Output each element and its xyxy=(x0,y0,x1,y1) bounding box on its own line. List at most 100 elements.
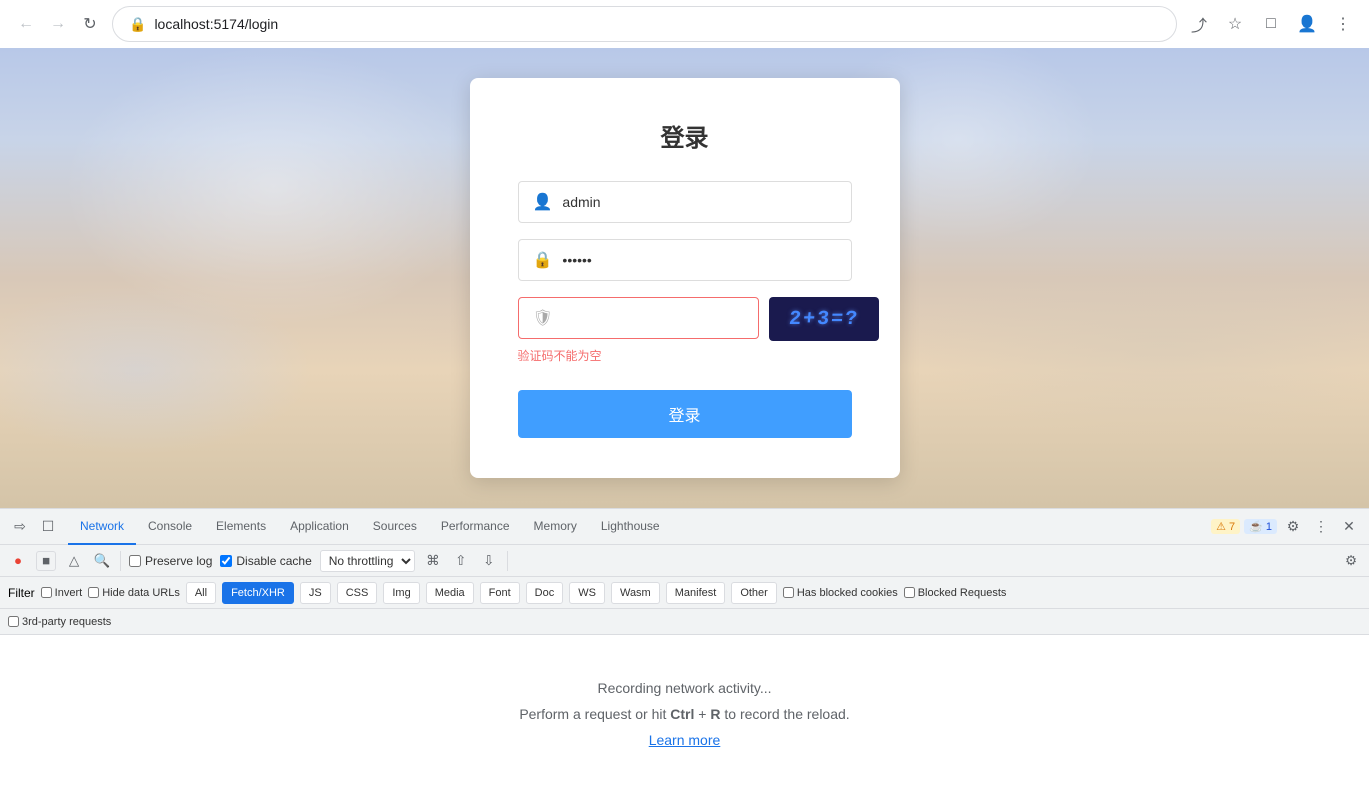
blocked-requests-label[interactable]: Blocked Requests xyxy=(904,587,1007,599)
password-input-wrapper: 🔒 xyxy=(518,239,852,281)
captcha-input-border: 🛡 xyxy=(518,297,759,339)
username-field: 👤 xyxy=(518,181,852,223)
devtools-tab-icons: ⇨ ☐ xyxy=(8,515,60,539)
wifi-icon-button[interactable]: ⌘ xyxy=(423,551,443,571)
export-button[interactable]: ⇩ xyxy=(479,551,499,571)
throttle-select[interactable]: No throttling xyxy=(320,550,415,572)
info-badge: ☕ 1 xyxy=(1244,519,1277,534)
filter-all-button[interactable]: All xyxy=(186,582,216,604)
tab-lighthouse[interactable]: Lighthouse xyxy=(589,509,672,545)
password-field: 🔒 xyxy=(518,239,852,281)
refresh-button[interactable]: ↻ xyxy=(76,10,104,38)
page-content: 登录 👤 🔒 🛡 xyxy=(0,48,1369,508)
divider-1 xyxy=(120,551,121,571)
filter-js-button[interactable]: JS xyxy=(300,582,331,604)
username-input-wrapper: 👤 xyxy=(518,181,852,223)
devtools-close-button[interactable]: ✕ xyxy=(1337,515,1361,539)
preserve-log-label[interactable]: Preserve log xyxy=(129,554,212,568)
devtools-right-controls: ⚠ 7 ☕ 1 ⚙ ⋮ ✕ xyxy=(1211,515,1361,539)
captcha-row: 🛡 2+3=? xyxy=(518,297,852,341)
stop-button[interactable]: ■ xyxy=(36,551,56,571)
menu-icon-button[interactable]: ⋮ xyxy=(1329,10,1357,38)
secure-icon: 🔒 xyxy=(129,16,146,33)
nav-buttons: ← → ↻ xyxy=(12,10,104,38)
filter-fetch-xhr-button[interactable]: Fetch/XHR xyxy=(222,582,294,604)
preserve-log-checkbox[interactable] xyxy=(129,555,141,567)
warning-badge: ⚠ 7 xyxy=(1211,519,1240,534)
divider-2 xyxy=(507,551,508,571)
network-toolbar: ● ■ △ 🔍 Preserve log Disable cache No th… xyxy=(0,545,1369,577)
perform-text: Perform a request or hit Ctrl + R to rec… xyxy=(519,706,849,722)
back-button[interactable]: ← xyxy=(12,10,40,38)
filter-label: Filter xyxy=(8,586,35,600)
blocked-requests-checkbox[interactable] xyxy=(904,587,915,598)
filter-doc-button[interactable]: Doc xyxy=(526,582,564,604)
captcha-input[interactable] xyxy=(563,310,744,326)
captcha-error: 验证码不能为空 xyxy=(518,347,852,364)
hide-data-urls-checkbox[interactable] xyxy=(88,587,99,598)
network-content: Recording network activity... Perform a … xyxy=(0,635,1369,792)
select-element-icon-button[interactable]: ⇨ xyxy=(8,515,32,539)
login-button[interactable]: 登录 xyxy=(518,390,852,438)
filter-img-button[interactable]: Img xyxy=(383,582,419,604)
third-party-bar: 3rd-party requests xyxy=(0,609,1369,635)
lock-icon: 🔒 xyxy=(533,250,553,270)
filter-media-button[interactable]: Media xyxy=(426,582,474,604)
has-blocked-cookies-checkbox[interactable] xyxy=(783,587,794,598)
browser-toolbar: ← → ↻ 🔒 localhost:5174/login ⤴ ☆ □ 👤 ⋮ xyxy=(0,0,1369,48)
third-party-checkbox[interactable] xyxy=(8,616,19,627)
record-button[interactable]: ● xyxy=(8,551,28,571)
profile-icon-button[interactable]: 👤 xyxy=(1293,10,1321,38)
has-blocked-cookies-label[interactable]: Has blocked cookies xyxy=(783,587,898,599)
learn-more-link[interactable]: Learn more xyxy=(649,732,721,748)
username-input[interactable] xyxy=(562,194,836,210)
bookmark-icon-button[interactable]: ☆ xyxy=(1221,10,1249,38)
browser-chrome: ← → ↻ 🔒 localhost:5174/login ⤴ ☆ □ 👤 ⋮ xyxy=(0,0,1369,48)
toolbar-icons: ⤴ ☆ □ 👤 ⋮ xyxy=(1185,10,1357,38)
filter-css-button[interactable]: CSS xyxy=(337,582,378,604)
tab-network[interactable]: Network xyxy=(68,509,136,545)
third-party-checkbox-label[interactable]: 3rd-party requests xyxy=(8,616,111,628)
tab-memory[interactable]: Memory xyxy=(522,509,589,545)
recording-text: Recording network activity... xyxy=(597,680,771,696)
devtools-settings-button[interactable]: ⚙ xyxy=(1281,515,1305,539)
login-card: 登录 👤 🔒 🛡 xyxy=(470,78,900,478)
filter-wasm-button[interactable]: Wasm xyxy=(611,582,660,604)
url-text: localhost:5174/login xyxy=(154,16,1160,32)
import-button[interactable]: ⇧ xyxy=(451,551,471,571)
captcha-text: 2+3=? xyxy=(788,308,860,331)
invert-checkbox[interactable] xyxy=(41,587,52,598)
disable-cache-label[interactable]: Disable cache xyxy=(220,554,311,568)
tab-performance[interactable]: Performance xyxy=(429,509,522,545)
tab-elements[interactable]: Elements xyxy=(204,509,278,545)
disable-cache-checkbox[interactable] xyxy=(220,555,232,567)
password-input[interactable] xyxy=(562,252,836,268)
clear-button[interactable]: △ xyxy=(64,551,84,571)
forward-button[interactable]: → xyxy=(44,10,72,38)
forward-icon: → xyxy=(50,15,66,33)
settings-right-button[interactable]: ⚙ xyxy=(1341,551,1361,571)
tab-application[interactable]: Application xyxy=(278,509,361,545)
tab-sources[interactable]: Sources xyxy=(361,509,429,545)
search-button[interactable]: 🔍 xyxy=(92,551,112,571)
extension-icon-button[interactable]: □ xyxy=(1257,10,1285,38)
filter-manifest-button[interactable]: Manifest xyxy=(666,582,726,604)
tab-console[interactable]: Console xyxy=(136,509,204,545)
devtools-more-button[interactable]: ⋮ xyxy=(1309,515,1333,539)
back-icon: ← xyxy=(18,15,34,33)
captcha-image[interactable]: 2+3=? xyxy=(769,297,879,341)
filter-ws-button[interactable]: WS xyxy=(569,582,605,604)
filter-bar: Filter Invert Hide data URLs All Fetch/X… xyxy=(0,577,1369,609)
info-icon: ☕ xyxy=(1249,520,1263,533)
shield-icon: 🛡 xyxy=(533,308,553,328)
invert-checkbox-label[interactable]: Invert xyxy=(41,587,83,599)
filter-font-button[interactable]: Font xyxy=(480,582,520,604)
hide-data-urls-checkbox-label[interactable]: Hide data URLs xyxy=(88,587,180,599)
device-toolbar-icon-button[interactable]: ☐ xyxy=(36,515,60,539)
warning-icon: ⚠ xyxy=(1216,520,1226,533)
address-bar[interactable]: 🔒 localhost:5174/login xyxy=(112,6,1177,42)
login-title: 登录 xyxy=(518,118,852,153)
share-icon-button[interactable]: ⤴ xyxy=(1185,10,1213,38)
captcha-input-wrapper: 🛡 xyxy=(518,297,759,339)
filter-other-button[interactable]: Other xyxy=(731,582,777,604)
